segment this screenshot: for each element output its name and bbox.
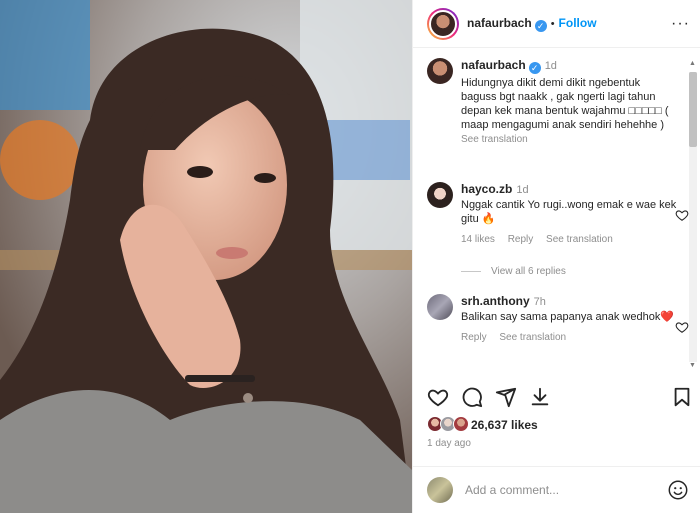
- add-comment-input[interactable]: [465, 483, 667, 497]
- scrollbar-thumb[interactable]: [689, 72, 697, 147]
- caption-avatar[interactable]: [427, 58, 453, 84]
- comment-text: Balikan say sama papanya anak wedhok❤️: [461, 311, 675, 323]
- post-header: nafaurbach ✓ • Follow ···: [413, 0, 700, 48]
- comment-icon[interactable]: [461, 386, 483, 408]
- see-translation-link[interactable]: See translation: [499, 332, 566, 343]
- instagram-post-dialog: nafaurbach ✓ • Follow ··· nafaurbach ✓ 1d Hid…: [0, 0, 700, 513]
- comment-item: srh.anthony 7h Balikan say sama papanya a…: [427, 294, 689, 343]
- commenter-username[interactable]: hayco.zb: [461, 182, 512, 196]
- comments-scrollbar[interactable]: ▲ ▼: [686, 60, 698, 372]
- bookmark-icon[interactable]: [671, 386, 693, 408]
- reply-button[interactable]: Reply: [508, 234, 534, 245]
- more-options-icon[interactable]: ···: [671, 15, 690, 33]
- post-photo[interactable]: [0, 0, 412, 513]
- commenter-username[interactable]: srh.anthony: [461, 294, 530, 308]
- scroll-up-icon[interactable]: ▲: [689, 60, 696, 67]
- caption: nafaurbach ✓ 1d Hidungnya dikit demi dikit…: [427, 58, 677, 145]
- commenter-avatar[interactable]: [427, 294, 453, 320]
- author-avatar[interactable]: [427, 7, 459, 40]
- separator-dot: •: [550, 17, 555, 30]
- comment-item: hayco.zb 1d Nggak cantik Yo rugi..wong em…: [427, 182, 689, 245]
- download-icon[interactable]: [529, 386, 551, 408]
- likers-avatars: [427, 416, 471, 434]
- caption-username[interactable]: nafaurbach: [461, 58, 526, 72]
- share-icon[interactable]: [495, 386, 517, 408]
- caption-time: 1d: [544, 60, 557, 72]
- verified-badge-icon: ✓: [534, 19, 547, 32]
- comment-time: 1d: [516, 184, 529, 196]
- emoji-icon[interactable]: [667, 479, 689, 501]
- see-translation-link[interactable]: See translation: [461, 134, 528, 145]
- current-user-avatar: [427, 477, 453, 503]
- caption-text: Hidungnya dikit demi dikit ngebentuk bag…: [461, 77, 669, 131]
- comments-list[interactable]: nafaurbach ✓ 1d Hidungnya dikit demi dikit…: [413, 48, 700, 378]
- liker-avatar: [453, 416, 469, 432]
- scroll-down-icon[interactable]: ▼: [689, 362, 696, 369]
- post-photo-image: [0, 0, 412, 513]
- commenter-avatar[interactable]: [427, 182, 453, 208]
- comment-likes[interactable]: 14 likes: [461, 234, 495, 245]
- view-replies-link[interactable]: View all 6 replies: [461, 266, 566, 277]
- post-side-panel: nafaurbach ✓ • Follow ··· nafaurbach ✓ 1d Hid…: [412, 0, 700, 513]
- likes-summary[interactable]: 26,637 likes: [427, 414, 538, 436]
- heart-icon[interactable]: [427, 386, 449, 408]
- replies-divider: [461, 271, 481, 272]
- post-timestamp: 1 day ago: [427, 438, 471, 449]
- post-actions: [427, 386, 693, 414]
- comment-time: 7h: [533, 296, 546, 308]
- add-comment-bar: [413, 466, 700, 513]
- comment-text: Nggak cantik Yo rugi..wong emak e wae ke…: [461, 199, 677, 225]
- see-translation-link[interactable]: See translation: [546, 234, 613, 245]
- author-username[interactable]: nafaurbach: [467, 16, 532, 30]
- verified-badge-icon: ✓: [528, 62, 541, 74]
- view-replies-label[interactable]: View all 6 replies: [491, 266, 566, 277]
- reply-button[interactable]: Reply: [461, 332, 487, 343]
- likes-count[interactable]: 26,637 likes: [471, 418, 538, 432]
- follow-button[interactable]: Follow: [559, 16, 597, 30]
